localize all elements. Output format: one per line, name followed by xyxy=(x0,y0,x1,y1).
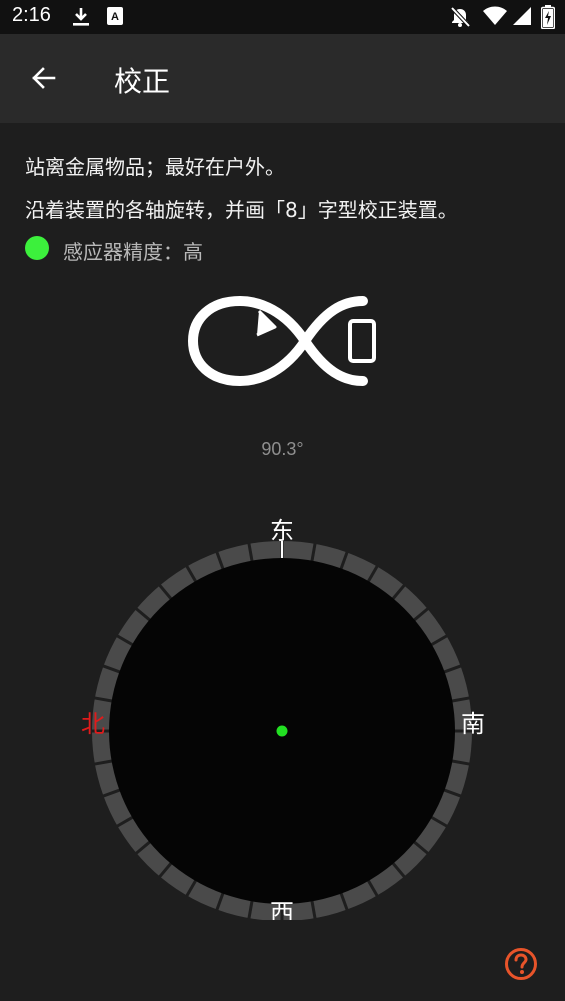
download-icon xyxy=(70,6,92,32)
instruction-line-1: 站离金属物品；最好在户外。 xyxy=(25,155,285,179)
compass-label-west: 西 xyxy=(270,899,294,920)
notifications-off-icon xyxy=(449,6,471,32)
compass-label-north: 北 xyxy=(81,710,105,738)
help-circle-icon xyxy=(505,948,537,980)
battery-charging-icon xyxy=(540,5,556,33)
help-button[interactable] xyxy=(503,946,539,982)
accuracy-label: 感应器精度：高 xyxy=(63,240,203,264)
compass: 东南西 北 xyxy=(0,500,565,927)
heading-value: 90.3° xyxy=(261,439,304,459)
app-bar: 校正 xyxy=(0,34,565,123)
back-button[interactable] xyxy=(24,58,64,98)
text-notification-icon: A xyxy=(107,6,125,30)
status-time: 2:16 xyxy=(12,4,51,26)
signal-icon xyxy=(512,6,532,30)
wifi-icon xyxy=(483,6,507,30)
compass-label-south: 南 xyxy=(461,710,485,738)
accuracy-indicator xyxy=(25,236,49,260)
status-bar: 2:16 A xyxy=(0,0,565,34)
arrow-back-icon xyxy=(32,67,56,89)
figure-eight-icon xyxy=(185,291,385,395)
calibration-content: 站离金属物品；最好在户外。 沿着装置的各轴旋转，并画「8」字型校正装置。 感应器… xyxy=(0,123,565,1001)
page-title: 校正 xyxy=(114,65,171,98)
compass-label-east: 东 xyxy=(270,517,294,545)
compass-center-dot xyxy=(276,725,288,737)
instruction-line-2: 沿着装置的各轴旋转，并画「8」字型校正装置。 xyxy=(25,198,458,222)
svg-text:A: A xyxy=(111,11,119,23)
